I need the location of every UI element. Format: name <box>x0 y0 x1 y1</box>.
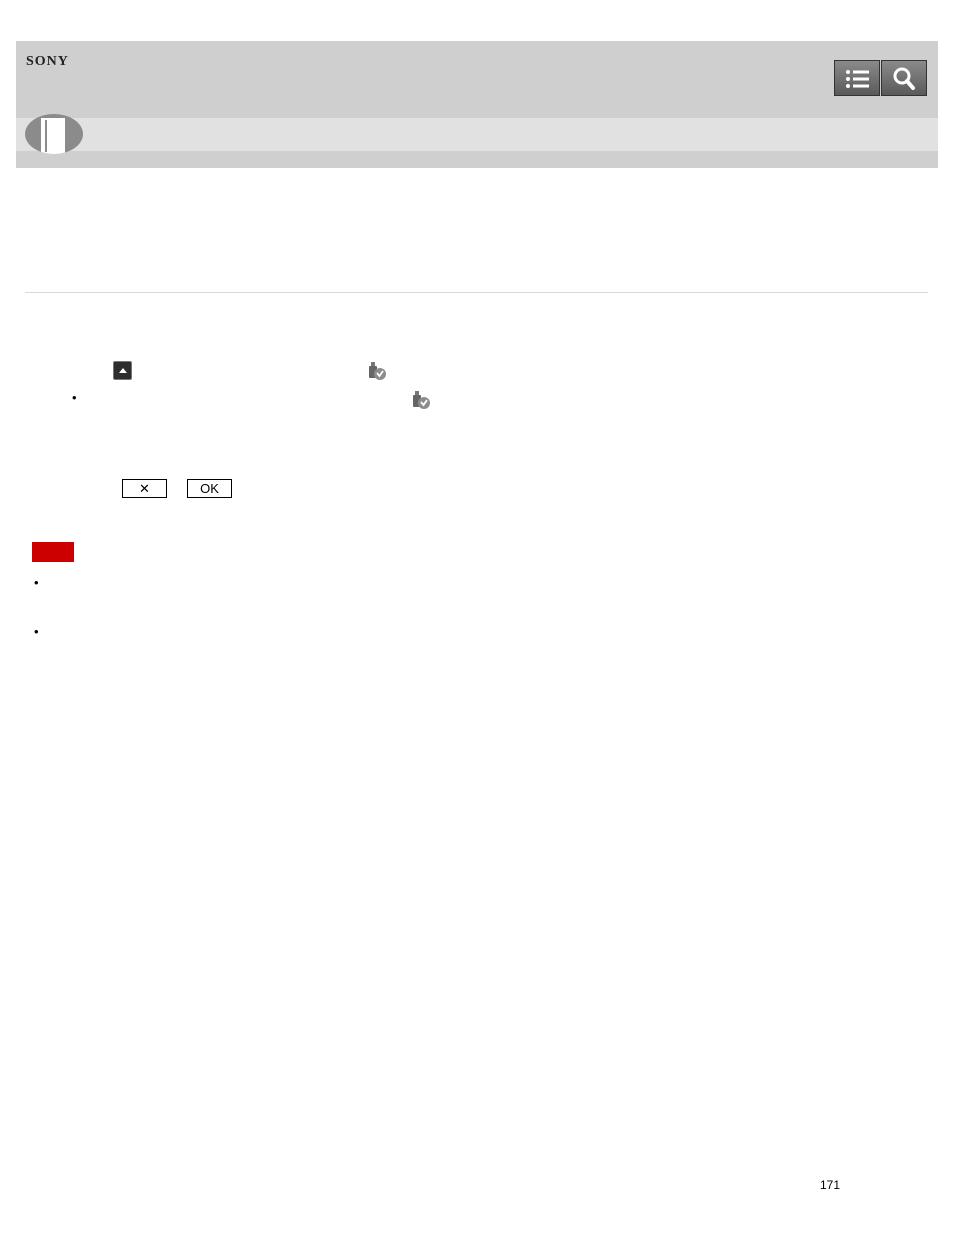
header-bar: SONY <box>16 41 938 168</box>
list-bullet: • <box>72 390 77 405</box>
page-number: 171 <box>820 1178 841 1192</box>
up-arrow-icon <box>113 361 132 380</box>
book-icon[interactable] <box>25 114 83 154</box>
note-bullet: • <box>34 575 39 590</box>
title-divider <box>25 292 928 293</box>
table-of-contents-button[interactable] <box>834 60 880 96</box>
note-label <box>32 542 74 562</box>
sony-logo: SONY <box>26 54 69 69</box>
usb-protect-icon <box>413 391 430 409</box>
cancel-button[interactable]: ✕ <box>122 479 167 498</box>
list-icon <box>846 70 869 88</box>
ok-button[interactable]: OK <box>187 479 232 498</box>
search-icon <box>893 67 915 90</box>
breadcrumb-band <box>16 118 938 151</box>
search-button[interactable] <box>881 60 927 96</box>
note-bullet: • <box>34 624 39 639</box>
usb-protect-icon <box>369 362 386 380</box>
